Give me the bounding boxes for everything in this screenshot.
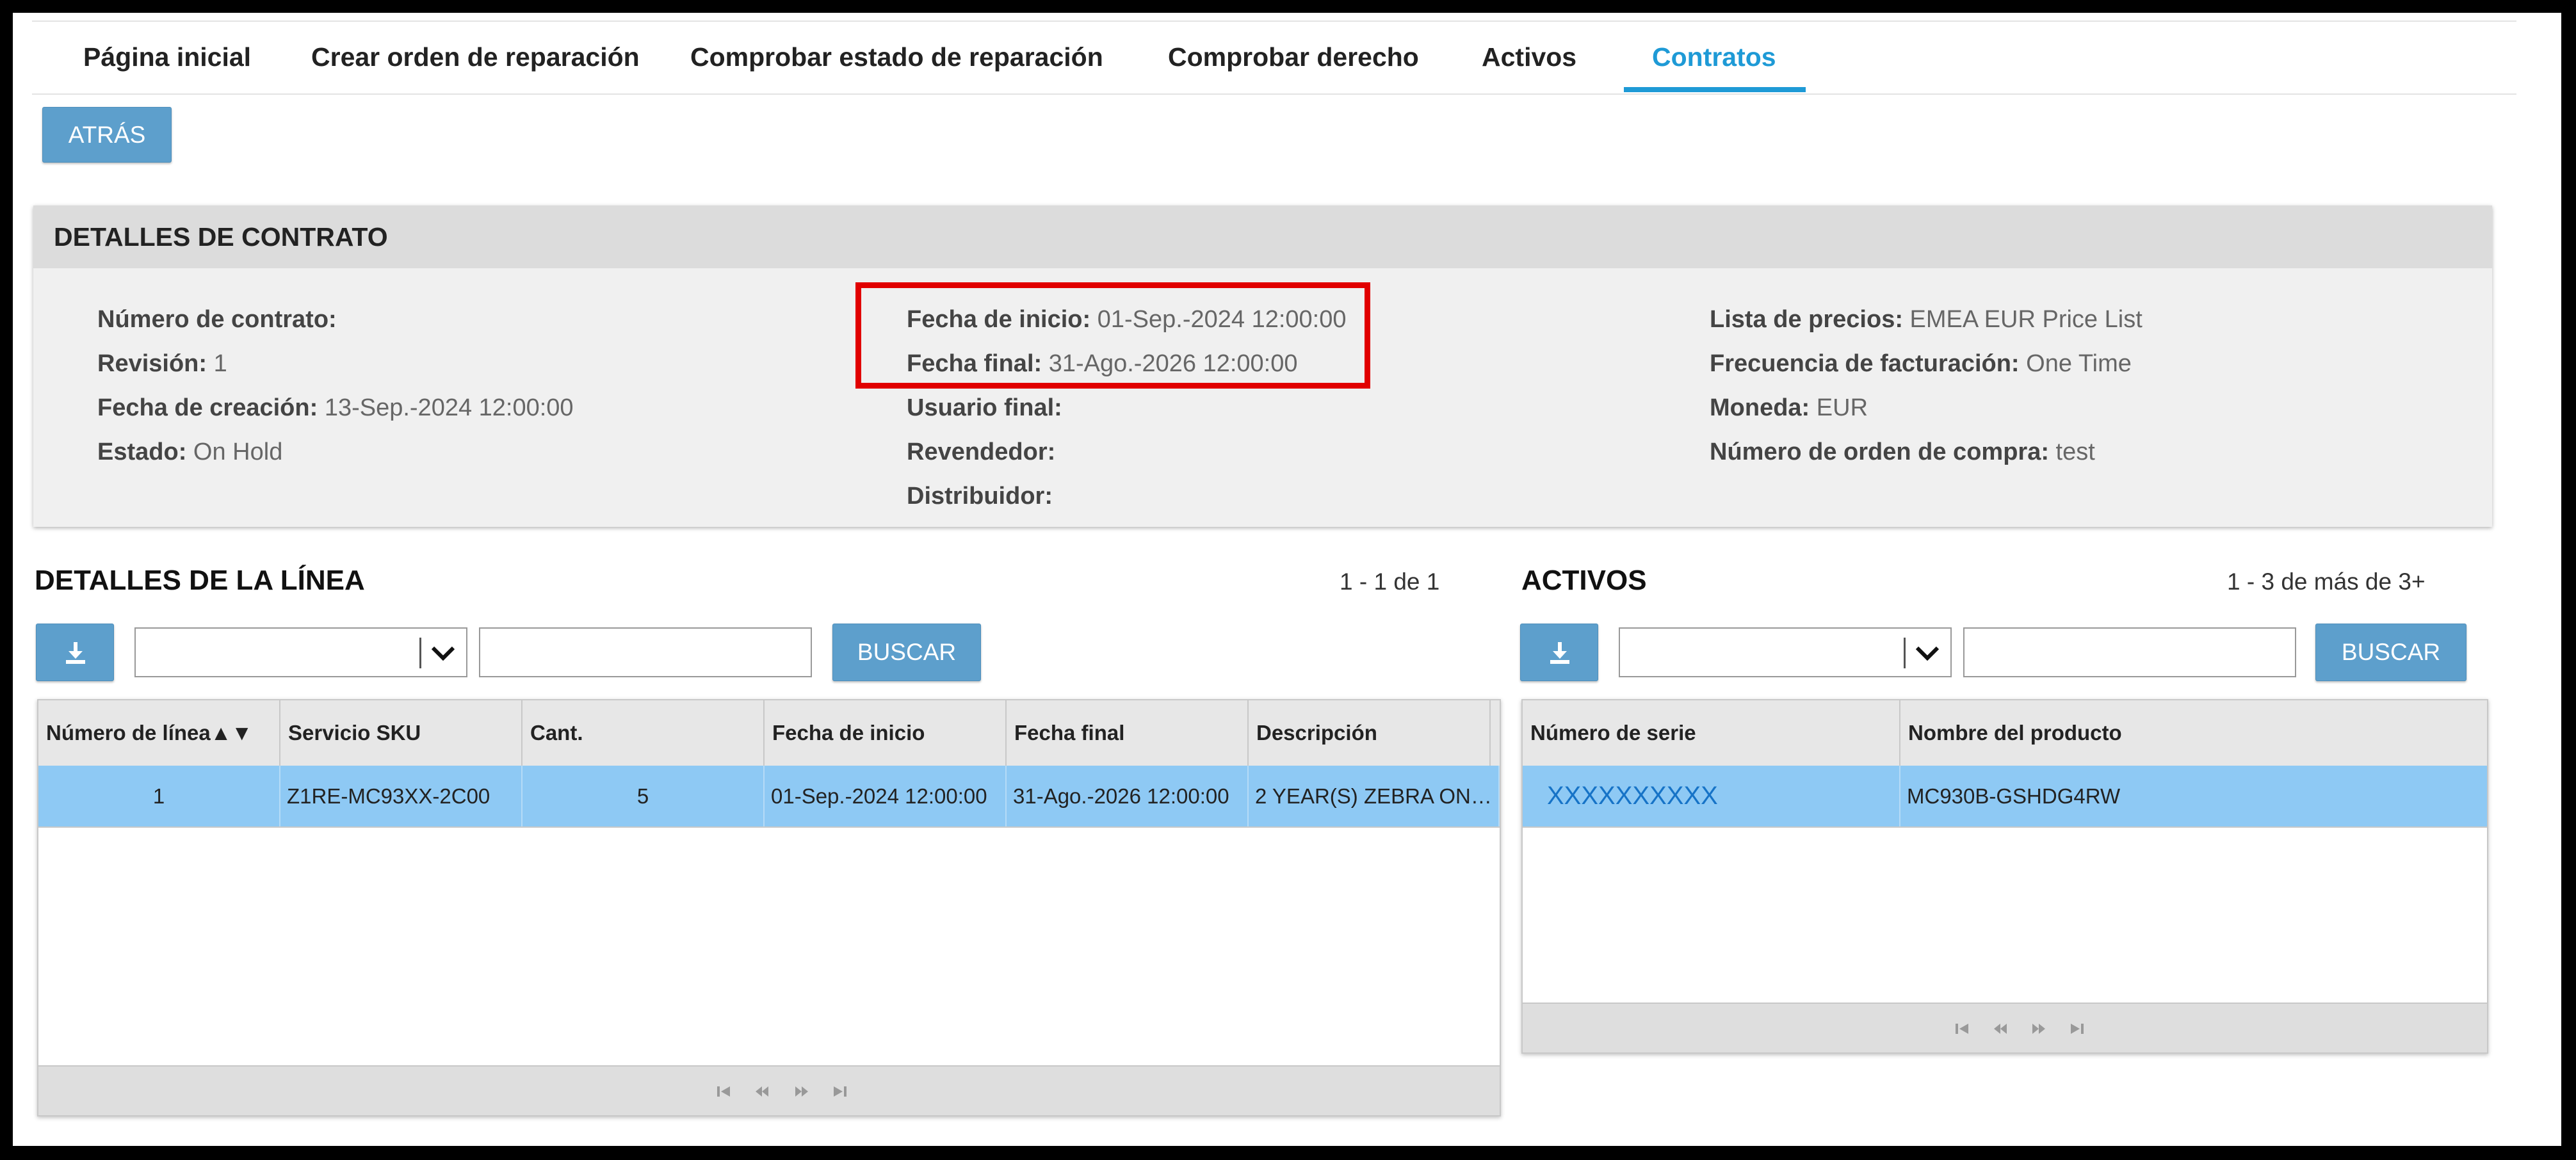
cell-description: 2 YEAR(S) ZEBRA ONECARE ESSENTIAL bbox=[1249, 766, 1500, 826]
distributor-field: Distribuidor: bbox=[907, 483, 1053, 510]
prev-page-icon[interactable] bbox=[754, 1084, 770, 1099]
app-frame: Página inicial Crear orden de reparación… bbox=[13, 13, 2561, 1146]
cell-service-sku: Z1RE-MC93XX-2C00 bbox=[280, 766, 522, 826]
col-end-date[interactable]: Fecha final bbox=[1007, 700, 1249, 766]
last-page-icon[interactable] bbox=[2070, 1022, 2085, 1036]
line-details-grid: Número de línea▲▼ Servicio SKU Cant. Fec… bbox=[37, 699, 1501, 1116]
table-row[interactable]: XXXXXXXXXX MC930B-GSHDG4RW bbox=[1523, 766, 2487, 828]
col-product-name[interactable]: Nombre del producto bbox=[1900, 700, 2487, 766]
purchase-order-label: Número de orden de compra: bbox=[1710, 439, 2049, 465]
tab-home[interactable]: Página inicial bbox=[83, 22, 251, 92]
contract-number-field: Número de contrato: bbox=[97, 306, 337, 334]
billing-frequency-value: One Time bbox=[2026, 350, 2132, 377]
col-serial-number[interactable]: Número de serie bbox=[1523, 700, 1900, 766]
assets-search-button[interactable]: BUSCAR bbox=[2315, 624, 2467, 681]
date-highlight-box bbox=[855, 282, 1370, 389]
active-tab-indicator bbox=[1624, 87, 1806, 92]
purchase-order-field: Número de orden de compra: test bbox=[1710, 439, 2095, 466]
reseller-label: Revendedor: bbox=[907, 439, 1056, 465]
tab-check-entitlement[interactable]: Comprobar derecho bbox=[1168, 22, 1419, 92]
chevron-down-icon bbox=[1915, 646, 1940, 661]
purchase-order-value: test bbox=[2055, 439, 2095, 465]
tab-check-repair-status[interactable]: Comprobar estado de reparación bbox=[690, 22, 1103, 92]
assets-title: ACTIVOS bbox=[1521, 565, 1647, 596]
billing-frequency-field: Frecuencia de facturación: One Time bbox=[1710, 350, 2132, 378]
line-grid-pager bbox=[38, 1065, 1500, 1115]
line-download-button[interactable] bbox=[36, 624, 114, 681]
status-field: Estado: On Hold bbox=[97, 439, 282, 466]
next-page-icon[interactable] bbox=[2031, 1022, 2046, 1036]
contract-details-title: DETALLES DE CONTRATO bbox=[33, 205, 2492, 268]
end-user-field: Usuario final: bbox=[907, 394, 1062, 422]
col-start-date[interactable]: Fecha de inicio bbox=[765, 700, 1007, 766]
revision-value: 1 bbox=[213, 350, 227, 377]
download-icon bbox=[1550, 642, 1569, 664]
col-description[interactable]: Descripción bbox=[1249, 700, 1491, 766]
cell-quantity: 5 bbox=[522, 766, 765, 826]
reseller-field: Revendedor: bbox=[907, 439, 1055, 466]
contract-number-label: Número de contrato: bbox=[97, 306, 337, 333]
status-value: On Hold bbox=[193, 439, 283, 465]
select-divider bbox=[1904, 638, 1906, 668]
download-icon bbox=[66, 642, 85, 664]
line-filter-select[interactable] bbox=[134, 627, 467, 677]
line-details-pager: 1 - 1 de 1 bbox=[1340, 568, 1440, 595]
end-user-label: Usuario final: bbox=[907, 394, 1062, 421]
first-page-icon[interactable] bbox=[1954, 1022, 1970, 1036]
assets-search-input[interactable] bbox=[1963, 627, 2296, 677]
cell-line-number: 1 bbox=[38, 766, 280, 826]
cell-product-name: MC930B-GSHDG4RW bbox=[1907, 784, 2121, 808]
revision-label: Revisión: bbox=[97, 350, 207, 377]
col-service-sku[interactable]: Servicio SKU bbox=[280, 700, 522, 766]
tab-bar: Página inicial Crear orden de reparación… bbox=[32, 20, 2516, 95]
creation-date-label: Fecha de creación: bbox=[97, 394, 318, 421]
col-line-number[interactable]: Número de línea▲▼ bbox=[38, 700, 280, 766]
line-grid-header: Número de línea▲▼ Servicio SKU Cant. Fec… bbox=[38, 700, 1500, 767]
line-search-input[interactable] bbox=[479, 627, 812, 677]
currency-value: EUR bbox=[1816, 394, 1868, 421]
price-list-value: EMEA EUR Price List bbox=[1909, 306, 2143, 333]
assets-download-button[interactable] bbox=[1520, 624, 1598, 681]
col-quantity[interactable]: Cant. bbox=[522, 700, 765, 766]
revision-field: Revisión: 1 bbox=[97, 350, 227, 378]
tab-contracts[interactable]: Contratos bbox=[1652, 22, 1776, 92]
currency-label: Moneda: bbox=[1710, 394, 1810, 421]
assets-filter-select[interactable] bbox=[1619, 627, 1952, 677]
last-page-icon[interactable] bbox=[832, 1084, 848, 1099]
currency-field: Moneda: EUR bbox=[1710, 394, 1868, 422]
select-divider bbox=[419, 638, 421, 668]
assets-grid: Número de serie Nombre del producto XXXX… bbox=[1521, 699, 2488, 1054]
creation-date-field: Fecha de creación: 13-Sep.-2024 12:00:00 bbox=[97, 394, 574, 422]
price-list-label: Lista de precios: bbox=[1710, 306, 1903, 333]
assets-grid-header: Número de serie Nombre del producto bbox=[1523, 700, 2487, 767]
first-page-icon[interactable] bbox=[716, 1084, 731, 1099]
tab-assets[interactable]: Activos bbox=[1482, 22, 1576, 92]
cell-end-date: 31-Ago.-2026 12:00:00 bbox=[1007, 766, 1249, 826]
line-details-title: DETALLES DE LA LÍNEA bbox=[35, 565, 365, 596]
chevron-down-icon bbox=[431, 646, 455, 661]
back-button[interactable]: ATRÁS bbox=[42, 107, 172, 163]
serial-number-link[interactable]: XXXXXXXXXX bbox=[1523, 766, 1900, 826]
assets-pager: 1 - 3 de más de 3+ bbox=[2227, 568, 2426, 595]
next-page-icon[interactable] bbox=[794, 1084, 809, 1099]
creation-date-value: 13-Sep.-2024 12:00:00 bbox=[324, 394, 574, 421]
distributor-label: Distribuidor: bbox=[907, 483, 1053, 510]
cell-start-date: 01-Sep.-2024 12:00:00 bbox=[765, 766, 1007, 826]
tab-create-repair-order[interactable]: Crear orden de reparación bbox=[311, 22, 640, 92]
assets-grid-pager bbox=[1523, 1003, 2487, 1052]
billing-frequency-label: Frecuencia de facturación: bbox=[1710, 350, 2020, 377]
table-row[interactable]: 1 Z1RE-MC93XX-2C00 5 01-Sep.-2024 12:00:… bbox=[38, 766, 1500, 828]
price-list-field: Lista de precios: EMEA EUR Price List bbox=[1710, 306, 2143, 334]
line-search-button[interactable]: BUSCAR bbox=[832, 624, 981, 681]
status-label: Estado: bbox=[97, 439, 187, 465]
prev-page-icon[interactable] bbox=[1993, 1022, 2008, 1036]
